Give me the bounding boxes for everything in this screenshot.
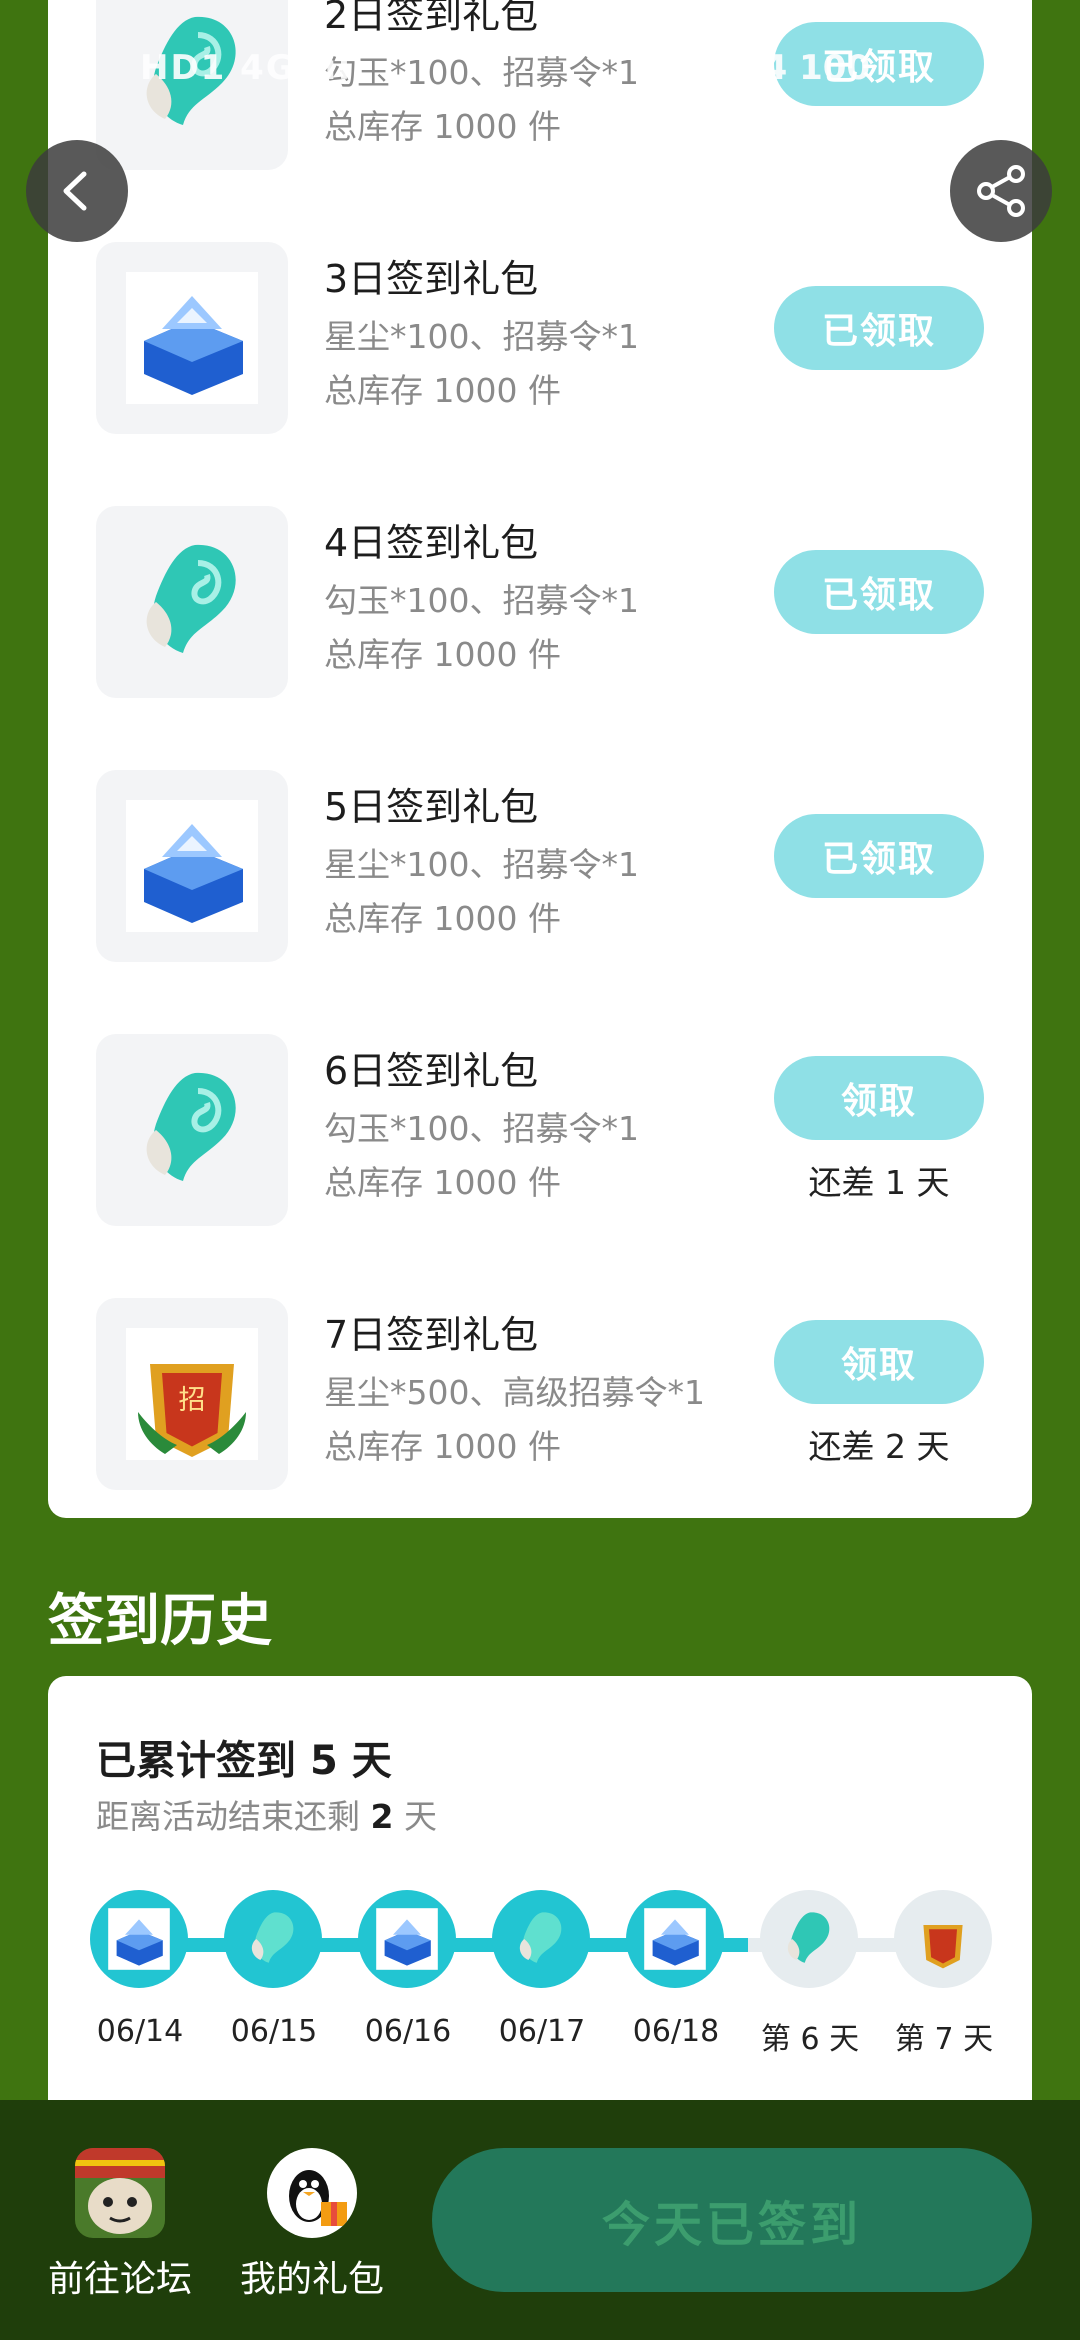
gift-row-day4: 4日签到礼包 勾玉*100、招募令*1 总库存 1000 件 已领取: [48, 498, 1032, 698]
claim-button[interactable]: 领取: [774, 1056, 984, 1140]
gift-title: 7日签到礼包: [324, 1313, 539, 1357]
history-card: 已累计签到 5 天 距离活动结束还剩 2 天 06/14 06/15 06/16…: [48, 1676, 1032, 2106]
total-signin-days: 已累计签到 5 天: [96, 1738, 392, 1784]
day-node-done: [90, 1890, 188, 1988]
signed-today-button[interactable]: 今天已签到: [432, 2148, 1032, 2292]
my-gifts-button[interactable]: 我的礼包: [212, 2148, 412, 2302]
crystal-chest-icon: [644, 1908, 706, 1970]
status-bar: HD1 4G .ıll 74 100: [0, 0, 1080, 120]
gift-stock: 总库存 1000 件: [324, 899, 561, 938]
recruit-token-icon: [923, 1925, 963, 1969]
claimed-button[interactable]: 已领取: [774, 550, 984, 634]
recruit-token-icon: 招: [96, 1298, 288, 1490]
section-title: 签到历史: [48, 1589, 272, 1654]
forum-button[interactable]: 前往论坛: [20, 2148, 220, 2302]
gift-desc: 勾玉*100、招募令*1: [324, 1109, 639, 1148]
gift-title: 5日签到礼包: [324, 785, 539, 829]
gift-title: 3日签到礼包: [324, 257, 539, 301]
remaining-days: 还差 1 天: [808, 1163, 950, 1202]
status-battery: 74 100: [740, 48, 871, 88]
jade-icon: [787, 1912, 830, 1963]
gift-desc: 星尘*500、高级招募令*1: [324, 1373, 705, 1412]
bottom-bar: 前往论坛 我的礼包 今天已签到: [0, 2100, 1080, 2340]
day-label: 06/15: [230, 2014, 318, 2049]
gift-desc: 勾玉*100、招募令*1: [324, 581, 639, 620]
share-icon: [977, 165, 1025, 217]
day-label: 第 7 天: [894, 2022, 994, 2057]
day-label: 第 6 天: [760, 2022, 860, 2057]
gift-stock: 总库存 1000 件: [324, 1163, 561, 1202]
share-button[interactable]: [950, 140, 1052, 242]
svg-text:招: 招: [179, 1385, 206, 1416]
gift-row-day6: 6日签到礼包 勾玉*100、招募令*1 总库存 1000 件 领取 还差 1 天: [48, 1026, 1032, 1226]
remaining-days: 还差 2 天: [808, 1427, 950, 1466]
status-signal: HD1 4G .ıll: [140, 48, 366, 88]
jade-icon: [519, 1912, 562, 1963]
back-button[interactable]: [26, 140, 128, 242]
claimed-button[interactable]: 已领取: [774, 286, 984, 370]
jade-icon: [96, 506, 288, 698]
gift-row-day3: 3日签到礼包 星尘*100、招募令*1 总库存 1000 件 已领取: [48, 234, 1032, 434]
crystal-chest-icon: [108, 1908, 170, 1970]
chevron-left-icon: [63, 171, 87, 211]
day-node-done: [492, 1890, 590, 1988]
jade-icon: [251, 1912, 294, 1963]
my-gifts-label: 我的礼包: [239, 2259, 384, 2300]
gift-stock: 总库存 1000 件: [324, 1427, 561, 1466]
gift-title: 4日签到礼包: [324, 521, 539, 565]
day-label: 06/17: [498, 2014, 586, 2049]
forum-label: 前往论坛: [47, 2259, 192, 2300]
day-label: 06/14: [96, 2014, 184, 2049]
qq-penguin-icon: [267, 2148, 357, 2238]
activity-remaining: 距离活动结束还剩 2 天: [96, 1797, 437, 1836]
jade-icon: [96, 1034, 288, 1226]
claim-button[interactable]: 领取: [774, 1320, 984, 1404]
day-node-done: [358, 1890, 456, 1988]
gift-stock: 总库存 1000 件: [324, 635, 561, 674]
day-node-pending: [894, 1890, 992, 1988]
day-node-done: [224, 1890, 322, 1988]
gift-row-day5: 5日签到礼包 星尘*100、招募令*1 总库存 1000 件 已领取: [48, 762, 1032, 962]
crystal-chest-icon: [376, 1908, 438, 1970]
gift-title: 6日签到礼包: [324, 1049, 539, 1093]
gift-desc: 星尘*100、招募令*1: [324, 845, 639, 884]
day-label: 06/18: [632, 2014, 720, 2049]
claimed-button[interactable]: 已领取: [774, 814, 984, 898]
gift-desc: 星尘*100、招募令*1: [324, 317, 639, 356]
day-node-pending: [760, 1890, 858, 1988]
crystal-chest-icon: [96, 242, 288, 434]
day-node-done: [626, 1890, 724, 1988]
crystal-chest-icon: [96, 770, 288, 962]
gift-stock: 总库存 1000 件: [324, 371, 561, 410]
gift-row-day7: 招 7日签到礼包 星尘*500、高级招募令*1 总库存 1000 件 领取 还差…: [48, 1290, 1032, 1490]
gift-list-card: 2日签到礼包 勾玉*100、招募令*1 总库存 1000 件 已领取 3日签到礼…: [48, 0, 1032, 1518]
game-avatar-icon: [75, 2148, 165, 2238]
day-label: 06/16: [364, 2014, 452, 2049]
